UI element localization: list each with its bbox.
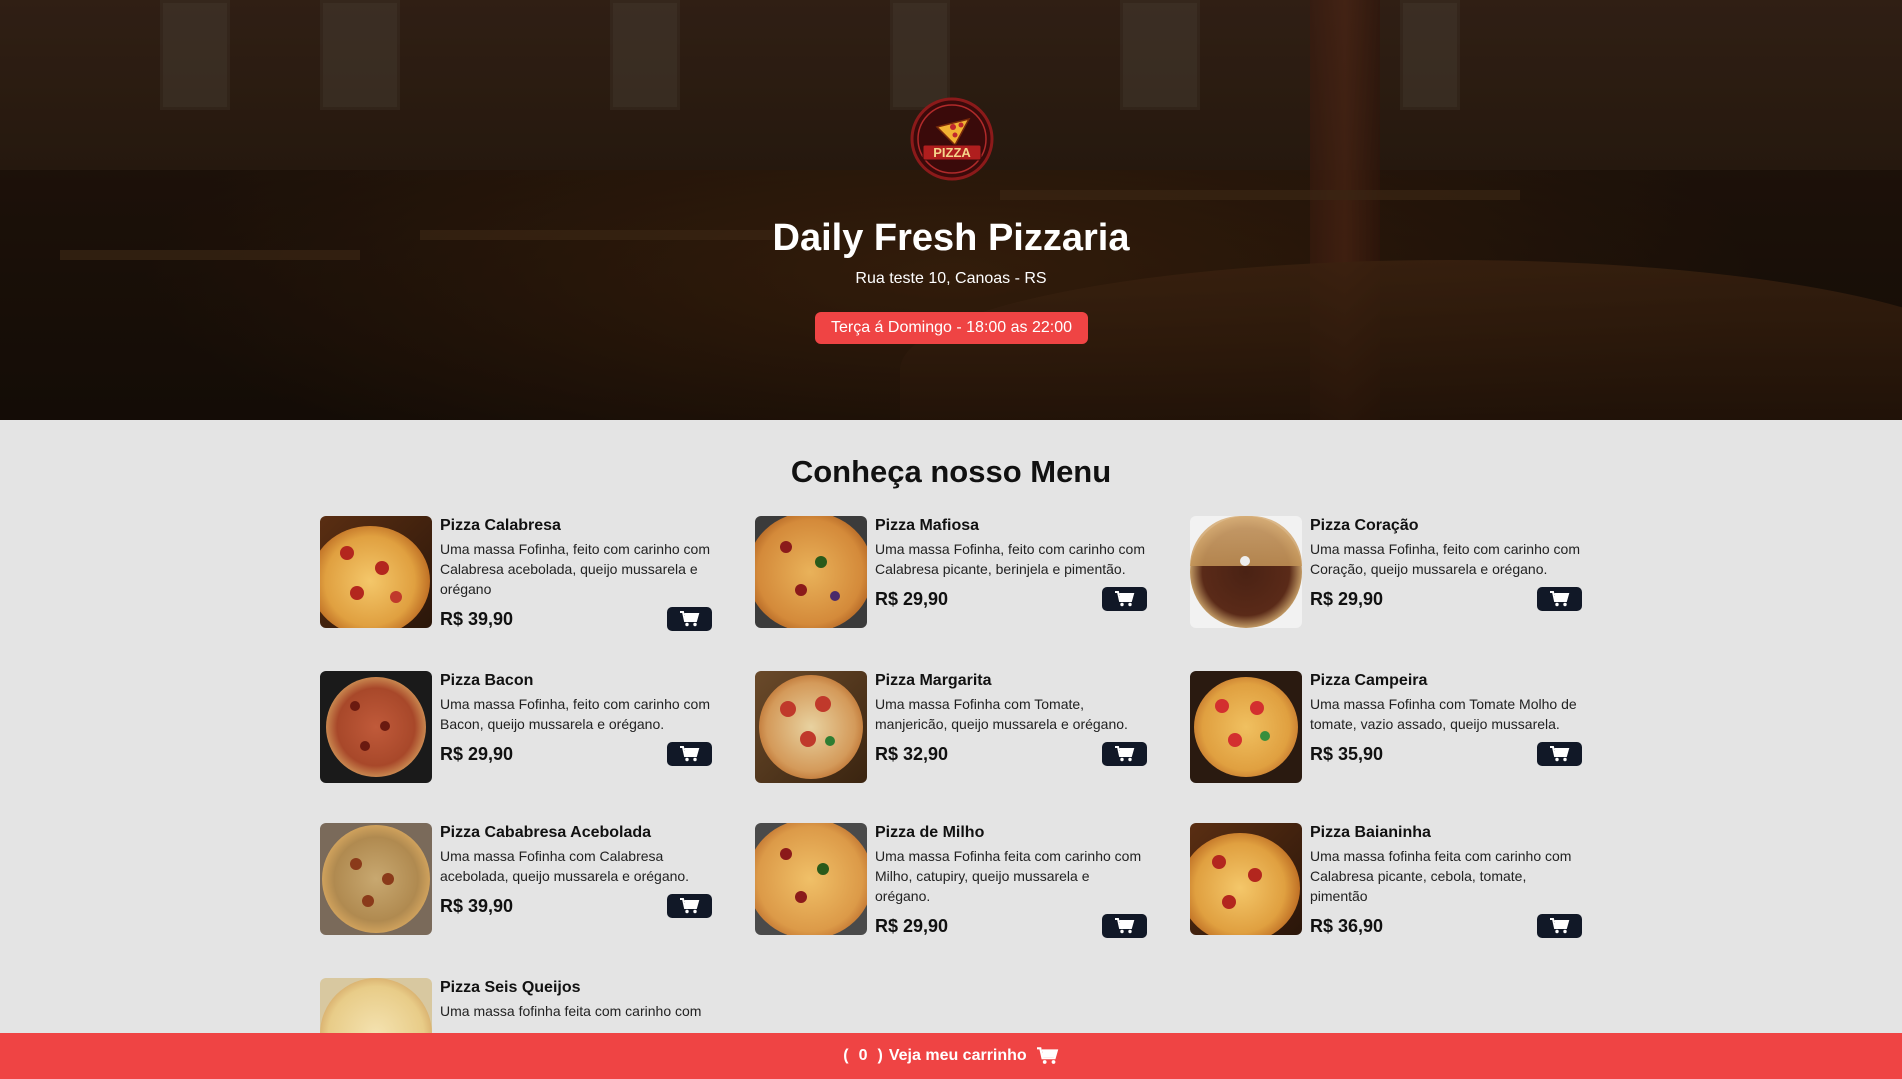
menu-item: Pizza Coração Uma massa Fofinha, feito c…: [1190, 516, 1582, 631]
pizza-description: Uma massa fofinha feita com carinho com: [440, 1003, 702, 1019]
menu-grid: Pizza Calabresa Uma massa Fofinha, feito…: [320, 516, 1584, 1079]
menu-item: Pizza Mafiosa Uma massa Fofinha, feito c…: [755, 516, 1147, 631]
pizza-name: Pizza Seis Queijos: [440, 979, 581, 996]
pizza-logo: PIZZA: [907, 97, 997, 182]
pizza-name: Pizza Coração: [1310, 517, 1419, 534]
cart-label: Veja meu carrinho: [888, 1047, 1027, 1064]
add-to-cart-button[interactable]: [1102, 742, 1147, 766]
cart-icon: [1549, 591, 1569, 607]
view-cart-bar[interactable]: ( 0 ) Veja meu carrinho: [0, 1033, 1902, 1079]
pizza-image: [320, 516, 432, 628]
pizza-price: R$ 35,90: [1310, 743, 1384, 764]
hero-banner: PIZZA Daily Fresh Pizzaria Rua teste 10,…: [0, 0, 1902, 420]
cart-icon: [679, 611, 699, 627]
logo-text: PIZZA: [933, 145, 971, 160]
address: Rua teste 10, Canoas - RS: [855, 270, 1047, 287]
menu-item: Pizza Bacon Uma massa Fofinha, feito com…: [320, 671, 712, 783]
pizza-name: Pizza Mafiosa: [875, 517, 980, 534]
pizza-image: [320, 823, 432, 935]
pizza-name: Pizza Margarita: [875, 672, 992, 689]
menu-item: Pizza Cababresa Acebolada Uma massa Fofi…: [320, 823, 712, 938]
add-to-cart-button[interactable]: [667, 894, 712, 918]
cart-icon: [1114, 918, 1134, 934]
cart-open-paren: (: [843, 1047, 849, 1064]
pizza-name: Pizza Bacon: [440, 672, 534, 689]
pizza-image: [755, 671, 867, 783]
pizza-description: Uma massa Fofinha com Tomate Molho de to…: [1310, 696, 1577, 732]
pizza-description: Uma massa Fofinha com Calabresa acebolad…: [440, 848, 690, 884]
pizza-description: Uma massa Fofinha, feito com carinho com…: [440, 541, 710, 597]
pizza-image: [1190, 823, 1302, 935]
cart-icon: [1036, 1047, 1058, 1064]
pizza-description: Uma massa Fofinha, feito com carinho com…: [1310, 541, 1580, 577]
pizza-description: Uma massa Fofinha feita com carinho com …: [875, 848, 1142, 904]
cart-icon: [1549, 918, 1569, 934]
add-to-cart-button[interactable]: [1537, 914, 1582, 938]
pizza-name: Pizza Calabresa: [440, 517, 561, 534]
pizza-price: R$ 29,90: [875, 915, 949, 936]
pizza-image: [1190, 671, 1302, 783]
pizza-name: Pizza Baianinha: [1310, 824, 1431, 841]
pizza-price: R$ 32,90: [875, 743, 949, 764]
pizza-image: [755, 823, 867, 935]
pizza-price: R$ 29,90: [875, 588, 949, 609]
pizza-image: [1190, 516, 1302, 628]
menu-item: Pizza Margarita Uma massa Fofinha com To…: [755, 671, 1147, 783]
pizza-description: Uma massa Fofinha, feito com carinho com…: [440, 696, 710, 732]
hero-content: PIZZA Daily Fresh Pizzaria Rua teste 10,…: [0, 0, 1902, 420]
cart-icon: [679, 746, 699, 762]
menu-item: Pizza Baianinha Uma massa fofinha feita …: [1190, 823, 1582, 938]
menu-title: Conheça nosso Menu: [790, 454, 1112, 489]
menu-item: Pizza Calabresa Uma massa Fofinha, feito…: [320, 516, 712, 631]
pizza-description: Uma massa fofinha feita com carinho com …: [1310, 848, 1572, 904]
cart-icon: [1114, 591, 1134, 607]
menu-item: Pizza de Milho Uma massa Fofinha feita c…: [755, 823, 1147, 938]
pizza-price: R$ 29,90: [1310, 588, 1384, 609]
pizza-price: R$ 29,90: [440, 743, 514, 764]
pizza-price: R$ 39,90: [440, 608, 514, 629]
menu-item: Pizza Campeira Uma massa Fofinha com Tom…: [1190, 671, 1582, 783]
add-to-cart-button[interactable]: [667, 742, 712, 766]
cart-count: 0: [858, 1047, 868, 1064]
pizza-image: [320, 671, 432, 783]
site-title: Daily Fresh Pizzaria: [772, 217, 1130, 259]
cart-icon: [1549, 746, 1569, 762]
add-to-cart-button[interactable]: [667, 607, 712, 631]
opening-hours-badge: Terça á Domingo - 18:00 as 22:00: [815, 312, 1088, 344]
add-to-cart-button[interactable]: [1102, 914, 1147, 938]
pizza-name: Pizza Campeira: [1310, 672, 1428, 689]
cart-close-paren: ): [877, 1047, 883, 1064]
add-to-cart-button[interactable]: [1537, 742, 1582, 766]
cart-icon: [1114, 746, 1134, 762]
pizza-description: Uma massa Fofinha com Tomate, manjericão…: [875, 696, 1128, 732]
pizza-description: Uma massa Fofinha, feito com carinho com…: [875, 541, 1145, 577]
pizza-image: [755, 516, 867, 628]
pizza-name: Pizza Cababresa Acebolada: [440, 824, 652, 841]
pizza-name: Pizza de Milho: [875, 824, 985, 841]
pizza-price: R$ 39,90: [440, 895, 514, 916]
add-to-cart-button[interactable]: [1102, 587, 1147, 611]
pizza-price: R$ 36,90: [1310, 915, 1384, 936]
add-to-cart-button[interactable]: [1537, 587, 1582, 611]
cart-icon: [679, 898, 699, 914]
